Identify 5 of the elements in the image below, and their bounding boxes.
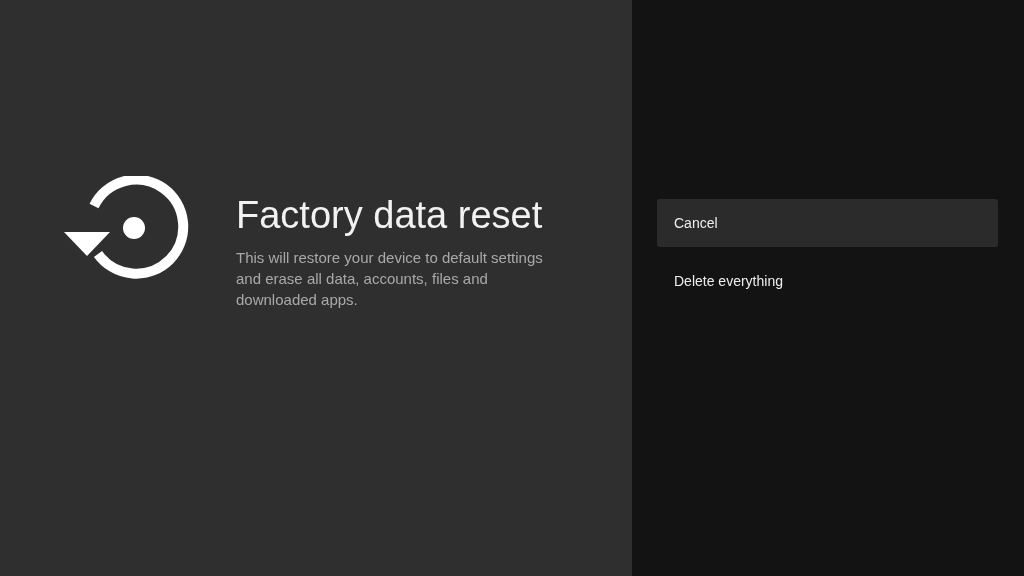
option-item[interactable]: Cancel [657, 199, 998, 247]
option-item[interactable]: Delete everything [657, 257, 998, 305]
description: This will restore your device to default settings and erase all data, accounts, files and downloaded apps. [236, 248, 544, 310]
dialog-title: Factory data reset [236, 194, 544, 237]
restore-icon [62, 176, 190, 282]
